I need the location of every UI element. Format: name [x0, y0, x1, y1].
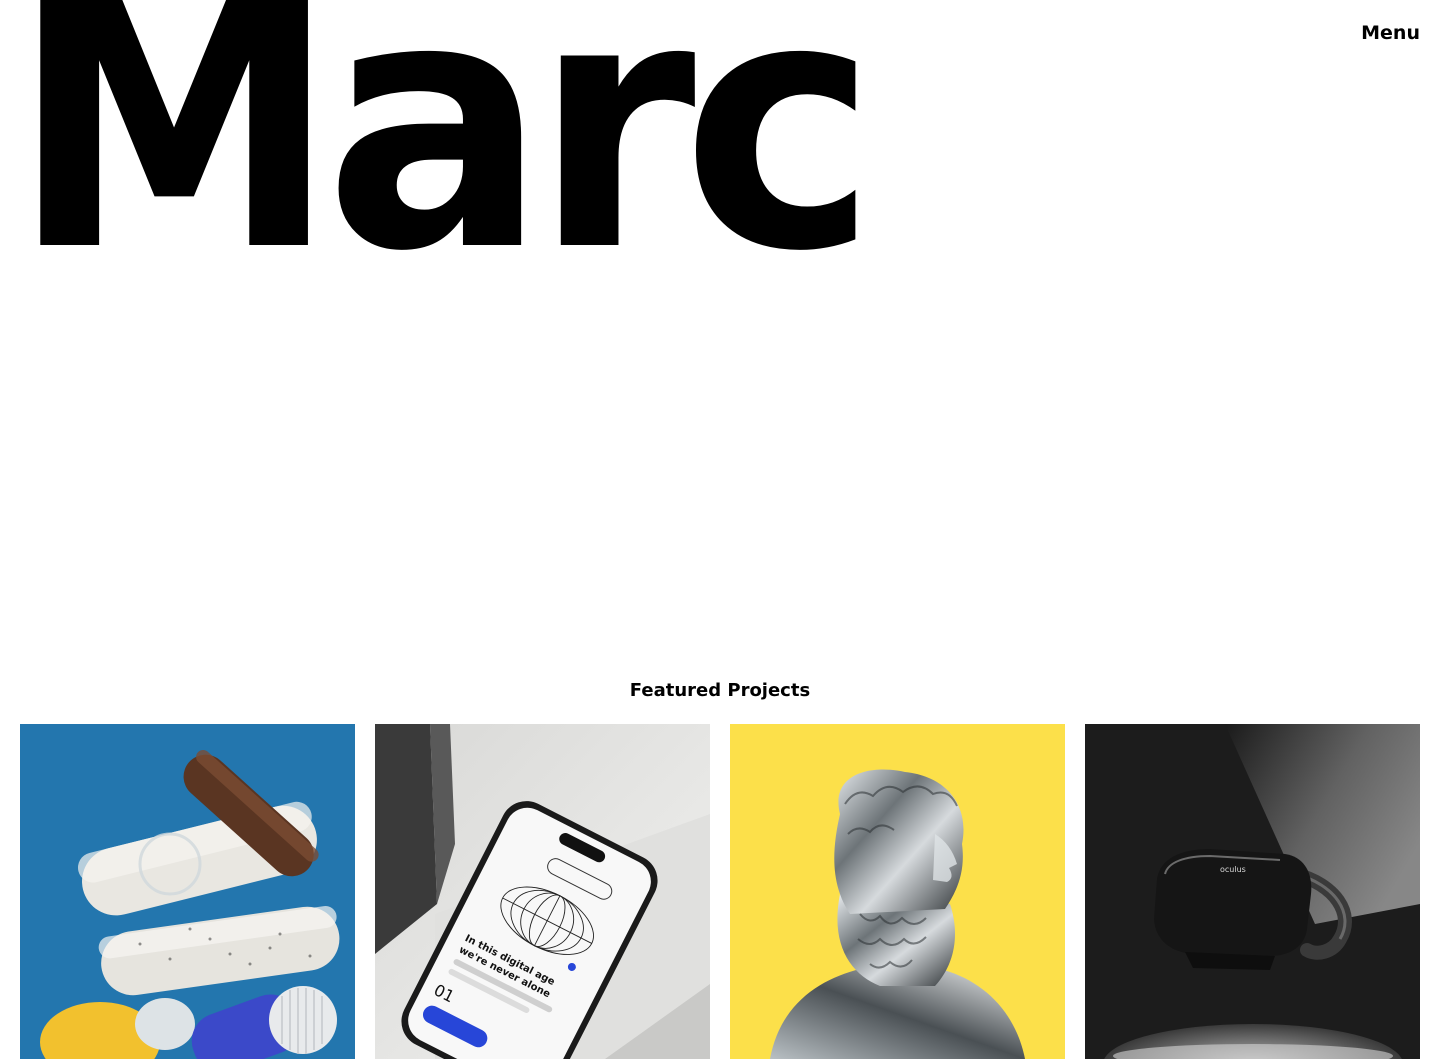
menu-button[interactable]: Menu	[1361, 22, 1420, 44]
project-card-phone[interactable]: In this digital age we're never alone 01	[375, 724, 710, 1059]
vr-headset-image: oculus	[1085, 724, 1420, 1059]
project-card-oculus[interactable]: oculus	[1085, 724, 1420, 1059]
project-card-pills[interactable]	[20, 724, 355, 1059]
oculus-brand-mark: oculus	[1220, 865, 1246, 874]
pills-render-image	[20, 724, 355, 1059]
project-card-statue[interactable]	[730, 724, 1065, 1059]
featured-projects-title: Featured Projects	[629, 680, 811, 701]
hero-brand-title: Marc	[10, 0, 877, 327]
chrome-statue-image	[730, 724, 1065, 1059]
phone-mockup-image: In this digital age we're never alone 01	[375, 724, 710, 1059]
featured-projects-grid: In this digital age we're never alone 01	[20, 724, 1420, 1059]
